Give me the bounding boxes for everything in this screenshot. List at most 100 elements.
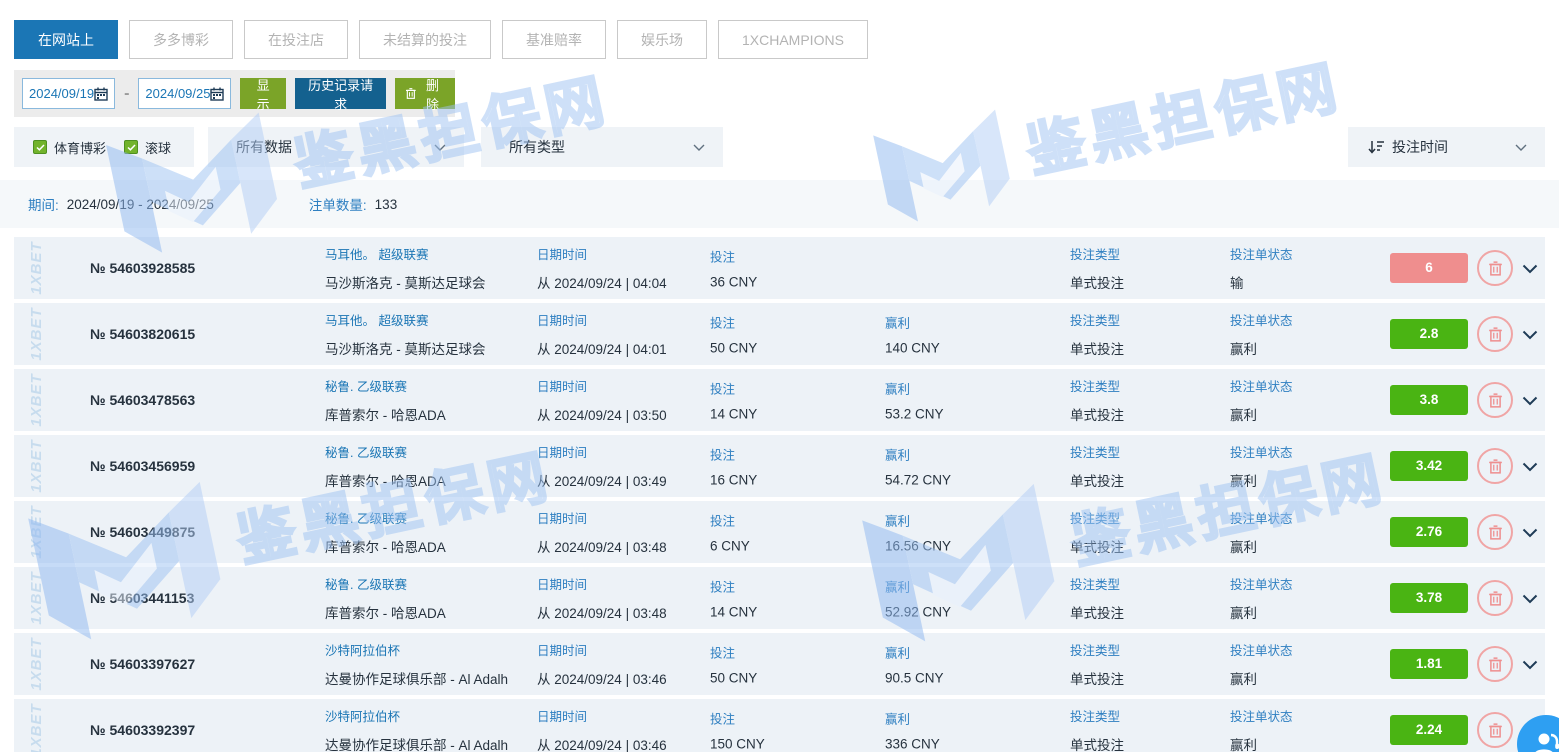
league-link[interactable]: 马耳他。 超级联赛 — [325, 310, 486, 329]
coefficient-badge: 2.24 — [1390, 715, 1468, 745]
bet-id: № 54603820615 — [90, 326, 195, 342]
bet-row: 1XBET № 54603456959 秘鲁. 乙级联赛 库普索尔 - 哈恩AD… — [14, 435, 1545, 497]
league-link[interactable]: 秘鲁. 乙级联赛 — [325, 376, 446, 395]
brand-watermark: 1XBET — [28, 571, 45, 624]
all-types-select[interactable]: 所有类型 — [481, 127, 723, 167]
date-value: 从 2024/09/24 | 04:01 — [537, 338, 667, 358]
bet-status-label: 投注单状态 — [1230, 508, 1293, 527]
league-link[interactable]: 秘鲁. 乙级联赛 — [325, 442, 446, 461]
coefficient-badge: 3.42 — [1390, 451, 1468, 481]
date-label: 日期时间 — [537, 244, 667, 263]
date-label: 日期时间 — [537, 574, 667, 593]
win-label: 赢利 — [885, 445, 951, 464]
match-name: 库普索尔 - 哈恩ADA — [325, 536, 446, 556]
tab-casino[interactable]: 娱乐场 — [617, 20, 707, 59]
delete-bet-button[interactable] — [1477, 448, 1513, 484]
trash-icon — [1489, 657, 1502, 672]
win-amount-column: 赢利 336 CNY — [885, 709, 940, 752]
bet-row: 1XBET № 54603928585 马耳他。 超级联赛 马沙斯洛克 - 莫斯… — [14, 237, 1545, 299]
bet-value: 50 CNY — [710, 671, 757, 686]
tab-betting-shop[interactable]: 在投注店 — [244, 20, 348, 59]
date-column: 日期时间 从 2024/09/24 | 04:04 — [537, 244, 667, 292]
date-column: 日期时间 从 2024/09/24 | 04:01 — [537, 310, 667, 358]
tab-1xchampions[interactable]: 1XCHAMPIONS — [718, 20, 868, 59]
expand-row-chevron[interactable] — [1522, 327, 1538, 345]
bet-type-label: 投注类型 — [1070, 376, 1124, 395]
bet-id: № 54603397627 — [90, 656, 195, 672]
trash-icon — [1489, 327, 1502, 342]
trash-icon — [1489, 591, 1502, 606]
bet-id: № 54603449875 — [90, 524, 195, 540]
bet-row: 1XBET № 54603478563 秘鲁. 乙级联赛 库普索尔 - 哈恩AD… — [14, 369, 1545, 431]
league-link[interactable]: 秘鲁. 乙级联赛 — [325, 574, 446, 593]
delete-bet-button[interactable] — [1477, 316, 1513, 352]
date-label: 日期时间 — [537, 640, 667, 659]
bet-status-value: 赢利 — [1230, 602, 1293, 622]
win-value: 16.56 CNY — [885, 539, 951, 554]
win-amount-column: 赢利 140 CNY — [885, 313, 940, 356]
sport-betting-checkbox[interactable]: 体育博彩 — [33, 138, 106, 157]
chevron-down-icon — [1522, 462, 1538, 472]
bet-type-value: 单式投注 — [1070, 602, 1124, 622]
bet-count-label: 注单数量: — [309, 194, 367, 214]
bet-amount-column: 投注 16 CNY — [710, 445, 757, 488]
delete-button[interactable]: 删除 — [395, 78, 455, 109]
bet-type-column: 投注类型 单式投注 — [1070, 376, 1124, 424]
bet-label: 投注 — [710, 709, 765, 728]
bet-status-label: 投注单状态 — [1230, 376, 1293, 395]
bet-status-column: 投注单状态 赢利 — [1230, 640, 1293, 688]
chevron-down-icon — [1522, 528, 1538, 538]
chevron-down-icon — [1515, 144, 1527, 151]
delete-bet-button[interactable] — [1477, 646, 1513, 682]
league-link[interactable]: 秘鲁. 乙级联赛 — [325, 508, 446, 527]
league-link[interactable]: 沙特阿拉伯杯 — [325, 640, 508, 659]
bet-count-value: 133 — [375, 197, 398, 212]
tab-unsettled-bets[interactable]: 未结算的投注 — [359, 20, 491, 59]
bet-label: 投注 — [710, 577, 757, 596]
expand-row-chevron[interactable] — [1522, 459, 1538, 477]
bet-status-label: 投注单状态 — [1230, 706, 1293, 725]
league-link[interactable]: 沙特阿拉伯杯 — [325, 706, 508, 725]
date-label: 日期时间 — [537, 508, 667, 527]
match-name: 库普索尔 - 哈恩ADA — [325, 602, 446, 622]
delete-bet-button[interactable] — [1477, 382, 1513, 418]
win-value: 336 CNY — [885, 737, 940, 752]
bet-status-column: 投注单状态 赢利 — [1230, 508, 1293, 556]
win-value: 90.5 CNY — [885, 671, 944, 686]
show-button[interactable]: 显示 — [240, 78, 285, 109]
league-link[interactable]: 马耳他。 超级联赛 — [325, 244, 486, 263]
date-label: 日期时间 — [537, 376, 667, 395]
tab-toto[interactable]: 多多博彩 — [129, 20, 233, 59]
bet-label: 投注 — [710, 445, 757, 464]
bet-status-column: 投注单状态 输 — [1230, 244, 1293, 292]
event-column: 秘鲁. 乙级联赛 库普索尔 - 哈恩ADA — [325, 508, 446, 556]
win-label: 赢利 — [885, 313, 940, 332]
date-to-input[interactable]: 2024/09/25 — [138, 78, 231, 109]
delete-bet-button[interactable] — [1477, 250, 1513, 286]
filter-row: 体育博彩 滚球 所有数据 所有类型 投注时间 — [14, 127, 1545, 167]
expand-row-chevron[interactable] — [1522, 657, 1538, 675]
delete-bet-button[interactable] — [1477, 712, 1513, 748]
all-data-select[interactable]: 所有数据 — [208, 127, 464, 167]
win-amount-column: 赢利 53.2 CNY — [885, 379, 944, 422]
match-name: 达曼协作足球俱乐部 - Al Adalh — [325, 734, 508, 752]
expand-row-chevron[interactable] — [1522, 591, 1538, 609]
delete-bet-button[interactable] — [1477, 580, 1513, 616]
history-request-button[interactable]: 历史记录请求 — [295, 78, 387, 109]
tab-benchmark-odds[interactable]: 基准赔率 — [502, 20, 606, 59]
expand-row-chevron[interactable] — [1522, 525, 1538, 543]
bet-id: № 54603928585 — [90, 260, 195, 276]
expand-row-chevron[interactable] — [1522, 393, 1538, 411]
expand-row-chevron[interactable] — [1522, 261, 1538, 279]
delete-bet-button[interactable] — [1477, 514, 1513, 550]
coefficient-badge: 2.8 — [1390, 319, 1468, 349]
brand-watermark: 1XBET — [28, 505, 45, 558]
sort-by-bet-time-select[interactable]: 投注时间 — [1348, 127, 1545, 167]
date-from-input[interactable]: 2024/09/19 — [22, 78, 115, 109]
live-checkbox[interactable]: 滚球 — [124, 138, 171, 157]
tab-on-site[interactable]: 在网站上 — [14, 20, 118, 59]
live-label: 滚球 — [145, 138, 171, 157]
bet-amount-column: 投注 150 CNY — [710, 709, 765, 752]
win-value: 53.2 CNY — [885, 407, 944, 422]
bet-value: 16 CNY — [710, 473, 757, 488]
